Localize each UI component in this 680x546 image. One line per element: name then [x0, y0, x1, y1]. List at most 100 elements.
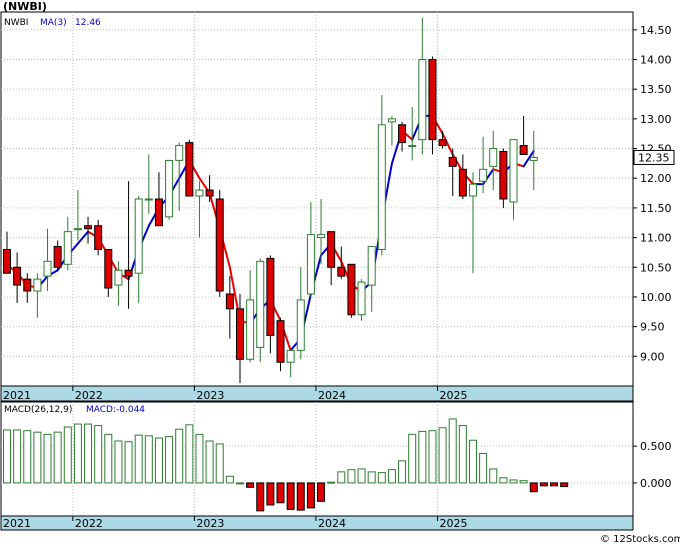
- macd-bar: [53, 431, 62, 484]
- macd-bar: [235, 482, 244, 485]
- macd-bar: [256, 482, 265, 512]
- macd-bar: [23, 430, 32, 484]
- candle-body: [94, 225, 103, 250]
- candle-body: [357, 281, 366, 316]
- macd-y-axis: 0.000 0.500: [633, 440, 672, 490]
- macd-x-tick-label: 2021: [3, 517, 31, 530]
- macd-bar: [205, 440, 214, 484]
- candle-body: [327, 231, 336, 268]
- macd-bar: [13, 429, 22, 484]
- macd-bar: [428, 430, 437, 484]
- legend-ma-label: MA(3): [40, 18, 67, 28]
- candle-body: [408, 145, 417, 148]
- stock-chart: 9.009.5010.0010.5011.0011.5012.0012.5013…: [0, 0, 680, 545]
- candle-body: [317, 234, 326, 239]
- candle-body: [296, 299, 305, 351]
- macd-bar: [499, 477, 508, 484]
- macd-y-tick-label: 0.000: [640, 477, 672, 490]
- candle-body: [154, 198, 163, 227]
- candle-body: [448, 156, 457, 167]
- macd-bar: [286, 482, 295, 510]
- macd-bar: [418, 430, 427, 484]
- candle-body: [246, 299, 255, 360]
- candle-body: [306, 234, 315, 295]
- candle-body: [367, 245, 376, 286]
- candle-body: [205, 189, 214, 197]
- macd-bar: [519, 480, 528, 484]
- macd-bar: [144, 435, 153, 484]
- macd-bar: [357, 468, 366, 484]
- candle-body: [195, 189, 204, 197]
- price-y-tick-label: 10.00: [640, 291, 672, 304]
- candle-body: [347, 263, 356, 316]
- macd-bar: [225, 475, 234, 484]
- macd-bar: [398, 460, 407, 484]
- macd-bar: [215, 443, 224, 484]
- price-y-tick-label: 9.50: [640, 321, 665, 334]
- candle-body: [63, 231, 72, 265]
- macd-bar: [306, 482, 315, 509]
- price-panel: [0, 11, 634, 387]
- macd-bar: [154, 437, 163, 484]
- candle-body: [114, 269, 123, 286]
- macd-bar: [458, 425, 467, 484]
- macd-bar: [114, 440, 123, 484]
- macd-bar: [63, 426, 72, 484]
- legend-symbol: NWBI: [4, 18, 28, 28]
- macd-value-label: MACD:-0.044: [86, 405, 145, 415]
- candle-body: [428, 58, 437, 141]
- macd-bar: [408, 433, 417, 484]
- macd-bar: [377, 472, 386, 484]
- candle-body: [225, 293, 234, 310]
- last-price-label: 12.35: [638, 151, 670, 164]
- candle-body: [266, 257, 275, 337]
- macd-bar: [347, 469, 356, 484]
- macd-bar: [266, 482, 275, 506]
- price-y-tick-label: 10.50: [640, 261, 672, 274]
- candle-body: [337, 266, 346, 277]
- macd-bar: [73, 423, 82, 484]
- macd-bar: [165, 436, 174, 484]
- macd-x-tick-label: 2024: [318, 517, 346, 530]
- candle-body: [165, 159, 174, 218]
- price-y-tick-label: 9.00: [640, 350, 665, 363]
- macd-bar: [246, 482, 255, 488]
- macd-bar: [327, 481, 336, 484]
- candle-body: [418, 58, 427, 141]
- macd-bar: [134, 434, 143, 484]
- last-price-badge: 12.35: [633, 149, 675, 165]
- candle-body: [134, 198, 143, 274]
- macd-bar: [387, 469, 396, 484]
- price-y-tick-label: 11.50: [640, 202, 672, 215]
- macd-bar: [317, 482, 326, 502]
- price-y-tick-label: 14.00: [640, 53, 672, 66]
- candle-body: [468, 183, 477, 197]
- candle-body: [499, 151, 508, 200]
- candle-body: [33, 278, 42, 292]
- candle-body: [458, 168, 467, 197]
- macd-bar: [3, 429, 11, 484]
- candle-body: [479, 168, 488, 182]
- candle-body: [185, 142, 194, 197]
- macd-bar: [104, 433, 113, 484]
- candle-body: [215, 198, 224, 292]
- candle-body: [489, 148, 498, 167]
- macd-bar: [468, 439, 477, 484]
- macd-bar: [560, 482, 569, 488]
- chart-title: (NWBI): [3, 0, 47, 13]
- candle-body: [43, 260, 52, 277]
- price-x-tick-label: 2025: [440, 389, 468, 402]
- candle-body: [124, 269, 133, 277]
- macd-bar: [550, 482, 559, 487]
- candle-body: [377, 124, 386, 250]
- macd-bar: [33, 431, 42, 484]
- candle-body: [23, 278, 32, 292]
- candle-body: [387, 118, 396, 123]
- macd-bar: [448, 418, 457, 484]
- macd-bar: [539, 482, 548, 487]
- copyright-text: © 12Stocks.com: [600, 534, 680, 545]
- macd-y-tick-label: 0.500: [640, 440, 672, 453]
- price-y-axis: 9.009.5010.0010.5011.0011.5012.0012.5013…: [633, 24, 672, 363]
- macd-x-tick-label: 2025: [440, 517, 468, 530]
- candle-body: [438, 139, 447, 147]
